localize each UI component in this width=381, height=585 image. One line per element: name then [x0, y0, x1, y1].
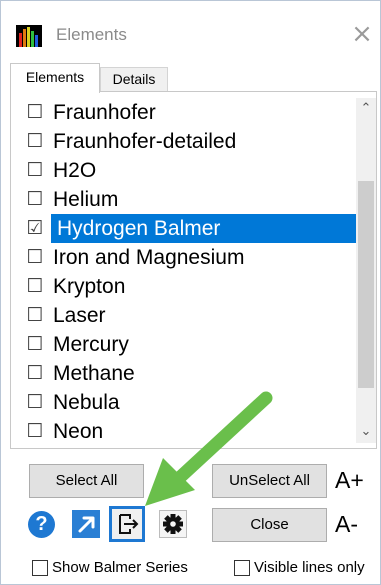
tab-elements[interactable]: Elements: [10, 63, 100, 93]
checkbox-label: Show Balmer Series: [52, 559, 188, 576]
list-item-label: Fraunhofer-detailed: [53, 130, 237, 153]
gear-icon[interactable]: [159, 510, 187, 538]
list-item[interactable]: ☐ Helium: [18, 185, 356, 214]
tab-bar: Elements Details: [4, 63, 380, 93]
checkbox[interactable]: ☐: [26, 388, 44, 417]
list-scrollbar[interactable]: ⌃ ⌄: [356, 98, 376, 443]
list-item[interactable]: ☐ Fraunhofer: [18, 98, 356, 127]
list-item[interactable]: ☐ Krypton: [18, 272, 356, 301]
list-item-label: Neon: [53, 420, 104, 443]
list-item-label: Helium: [53, 188, 119, 211]
list-item-label: Nebula: [53, 391, 120, 414]
list-item-label: H2O: [53, 159, 97, 182]
checkbox[interactable]: ☐: [26, 243, 44, 272]
checkbox[interactable]: ☐: [26, 127, 44, 156]
help-icon[interactable]: ?: [28, 511, 55, 538]
list-item[interactable]: ☐ Fraunhofer-detailed: [18, 127, 356, 156]
list-item-selected[interactable]: ☑ Hydrogen Balmer: [18, 214, 356, 243]
list-item[interactable]: ☐ Neon: [18, 417, 356, 443]
elements-list[interactable]: ☐ Fraunhofer ☐ Fraunhofer-detailed ☐ H2O…: [18, 98, 356, 443]
scroll-down-icon[interactable]: ⌄: [356, 421, 376, 443]
elements-window: Elements × Elements Details ☐ Fraunhofer…: [0, 0, 381, 585]
checkbox[interactable]: ☐: [26, 185, 44, 214]
list-item-label: Iron and Magnesium: [53, 246, 245, 269]
list-item[interactable]: ☐ Methane: [18, 359, 356, 388]
export-icon[interactable]: [109, 506, 145, 542]
checkbox[interactable]: ☐: [26, 330, 44, 359]
checkbox-box[interactable]: [234, 560, 250, 576]
checkbox[interactable]: ☐: [26, 359, 44, 388]
scroll-thumb[interactable]: [358, 181, 374, 388]
list-item-label: Krypton: [53, 275, 126, 298]
window-title: Elements: [56, 25, 127, 44]
scroll-up-icon[interactable]: ⌃: [356, 98, 376, 120]
checkbox[interactable]: ☐: [26, 98, 44, 127]
list-item[interactable]: ☐ Nebula: [18, 388, 356, 417]
checkbox[interactable]: ☐: [26, 272, 44, 301]
show-balmer-series-checkbox[interactable]: Show Balmer Series: [32, 558, 207, 578]
checkbox-label: Visible lines only: [254, 559, 365, 576]
list-item[interactable]: ☐ Mercury: [18, 330, 356, 359]
visible-lines-only-checkbox[interactable]: Visible lines only: [234, 558, 374, 578]
font-decrease-button[interactable]: A-: [335, 511, 358, 538]
list-item-label: Laser: [53, 304, 106, 327]
close-icon[interactable]: ×: [349, 19, 375, 49]
tab-details[interactable]: Details: [100, 67, 168, 91]
list-item-label: Methane: [53, 362, 135, 385]
checkbox-box[interactable]: [32, 560, 48, 576]
list-item[interactable]: ☐ Laser: [18, 301, 356, 330]
checkbox-checked[interactable]: ☑: [26, 214, 44, 243]
list-item-label: Hydrogen Balmer: [51, 214, 356, 243]
list-item[interactable]: ☐ Iron and Magnesium: [18, 243, 356, 272]
list-item-label: Fraunhofer: [53, 101, 156, 124]
list-item-label: Mercury: [53, 333, 129, 356]
select-all-button[interactable]: Select All: [29, 464, 144, 498]
link-icon[interactable]: [72, 510, 100, 538]
close-button[interactable]: Close: [212, 508, 327, 542]
title-bar[interactable]: Elements ×: [1, 1, 380, 63]
font-increase-button[interactable]: A+: [335, 467, 364, 494]
checkbox[interactable]: ☐: [26, 156, 44, 185]
list-item[interactable]: ☐ H2O: [18, 156, 356, 185]
unselect-all-button[interactable]: UnSelect All: [212, 464, 327, 498]
checkbox[interactable]: ☐: [26, 417, 44, 443]
spectrum-app-icon: [16, 25, 42, 47]
checkbox[interactable]: ☐: [26, 301, 44, 330]
